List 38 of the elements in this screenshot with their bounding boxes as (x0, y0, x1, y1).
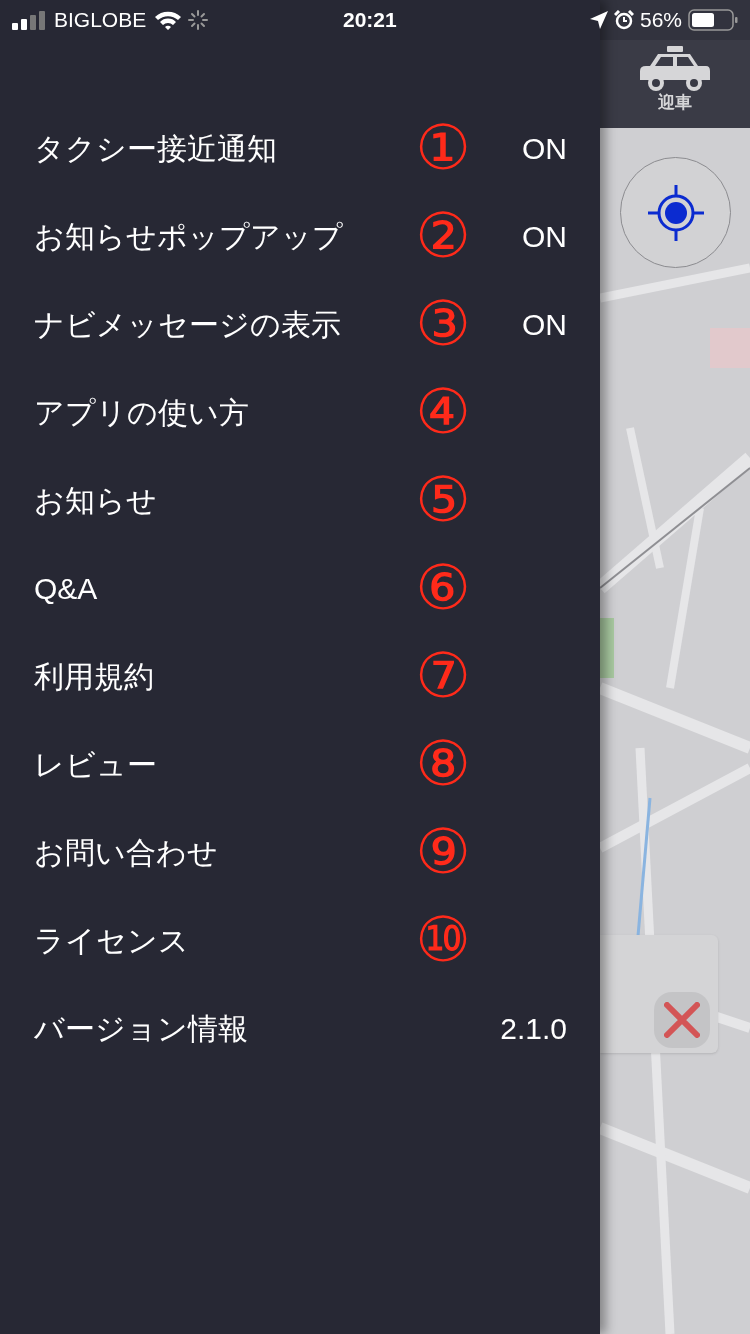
menu-item[interactable]: 利用規約 (34, 653, 154, 699)
wifi-icon (154, 10, 183, 30)
annotation-number: ① (414, 117, 472, 179)
loading-icon (188, 10, 209, 30)
battery-percent: 56% (639, 7, 682, 34)
setting-value: 2.1.0 (500, 1010, 567, 1047)
setting-value: ON (522, 130, 567, 167)
menu-item[interactable]: ナビメッセージの表示 (34, 301, 341, 347)
setting-value: ON (522, 306, 567, 343)
taxi-icon (640, 46, 710, 92)
annotation-number: ② (414, 205, 472, 267)
menu-item[interactable]: タクシー接近通知 (34, 125, 277, 171)
menu-item[interactable]: お問い合わせ (34, 829, 218, 875)
menu-item[interactable]: お知らせ (34, 477, 157, 523)
annotation-number: ⑩ (414, 909, 472, 971)
annotation-number: ③ (414, 293, 472, 355)
menu-item[interactable]: レビュー (34, 741, 157, 787)
menu-item[interactable]: アプリの使い方 (34, 389, 249, 435)
menu-item[interactable]: バージョン情報 (34, 1005, 248, 1051)
menu-item[interactable]: ライセンス (34, 917, 189, 963)
signal-icon (12, 10, 46, 30)
clock-time: 20:21 (343, 7, 397, 34)
locate-icon (647, 184, 704, 241)
menu-item[interactable]: お知らせポップアップ (34, 213, 343, 259)
close-icon (664, 1002, 700, 1038)
close-button[interactable] (654, 992, 710, 1048)
annotation-number: ⑤ (414, 469, 472, 531)
setting-value: ON (522, 218, 567, 255)
annotation-number: ⑥ (414, 557, 472, 619)
carrier-name: BIGLOBE (54, 7, 147, 34)
annotation-number: ④ (414, 381, 472, 443)
battery-icon (688, 9, 738, 31)
alarm-icon (613, 10, 634, 30)
annotation-number: ⑨ (414, 821, 472, 883)
location-arrow-icon (589, 11, 608, 29)
menu-item[interactable]: Q&A (34, 565, 98, 611)
annotation-number: ⑧ (414, 733, 472, 795)
annotation-number: ⑦ (414, 645, 472, 707)
